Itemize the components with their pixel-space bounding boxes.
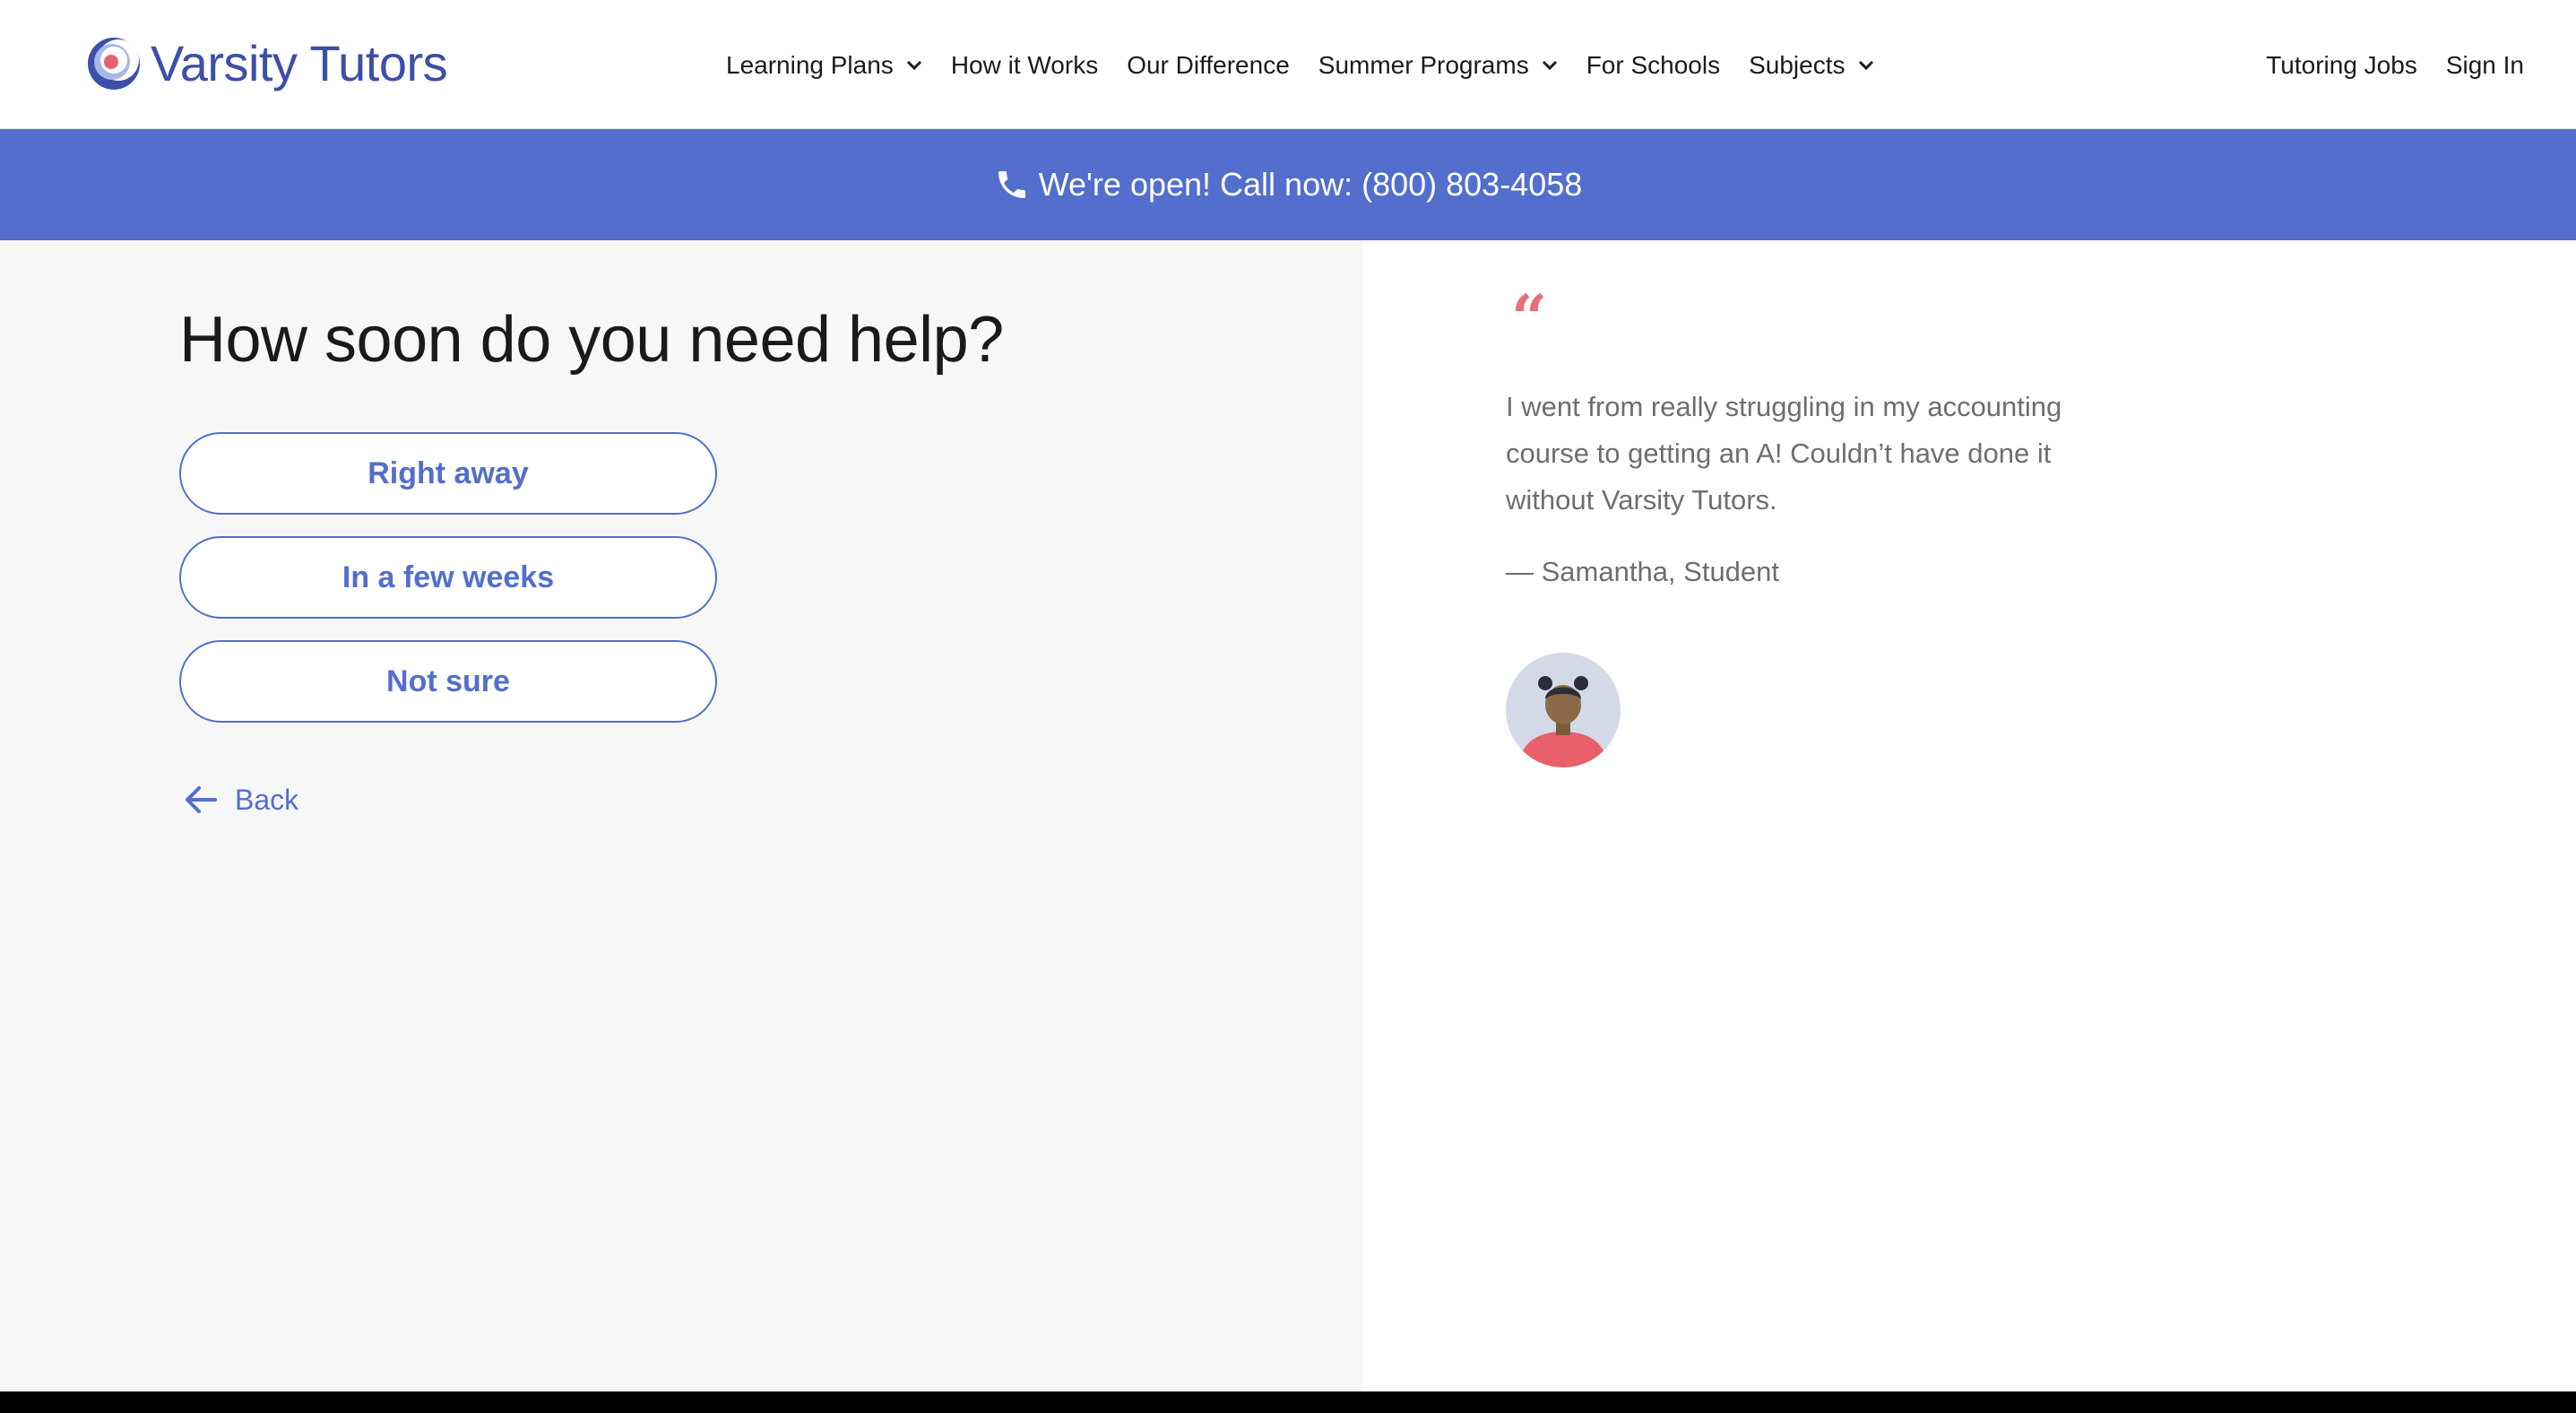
question-heading: How soon do you need help?: [179, 304, 1004, 376]
nav-sign-in[interactable]: Sign In: [2446, 51, 2524, 80]
nav-label: How it Works: [950, 51, 1099, 79]
phone-icon: [998, 171, 1025, 198]
call-banner[interactable]: We're open! Call now: (800) 803-4058: [0, 129, 2576, 240]
quote-mark-icon: “: [1511, 281, 1548, 355]
nav-label: Sign In: [2445, 51, 2524, 79]
testimonial-author: — Samantha, Student: [1506, 556, 1780, 587]
nav-label: For Schools: [1586, 51, 1721, 79]
option-few-weeks-button[interactable]: In a few weeks: [179, 536, 717, 619]
testimonial-panel: “ I went from really struggling in my ac…: [1362, 240, 2576, 1391]
varsity-tutors-logo-icon: [88, 38, 140, 90]
chevron-down-icon: [1858, 60, 1873, 71]
logo-link[interactable]: Varsity Tutors: [86, 32, 448, 95]
option-not-sure-button[interactable]: Not sure: [179, 640, 717, 723]
nav-learning-plans[interactable]: Learning Plans: [726, 51, 922, 80]
student-avatar-icon: [1506, 653, 1621, 767]
site-header: Varsity Tutors Learning Plans How it Wor…: [0, 0, 2576, 129]
nav-for-schools[interactable]: For Schools: [1586, 51, 1720, 80]
arrow-left-icon: [186, 786, 217, 813]
main-nav: Learning Plans How it Works Our Differen…: [726, 41, 1903, 90]
question-panel: How soon do you need help? Right away In…: [0, 240, 1362, 1391]
nav-label: Subjects: [1749, 51, 1846, 79]
chevron-down-icon: [906, 60, 921, 71]
back-label: Back: [235, 783, 299, 816]
avatar: [1506, 653, 1621, 767]
nav-label: Summer Programs: [1318, 51, 1529, 79]
nav-how-it-works[interactable]: How it Works: [951, 51, 1098, 80]
nav-label: Tutoring Jobs: [2266, 51, 2417, 79]
nav-label: Learning Plans: [726, 51, 894, 79]
nav-subjects[interactable]: Subjects: [1749, 51, 1873, 80]
logo-text: Varsity Tutors: [151, 35, 448, 91]
page: Varsity Tutors Learning Plans How it Wor…: [0, 0, 2576, 1391]
option-right-away-button[interactable]: Right away: [179, 432, 717, 515]
chevron-down-icon: [1542, 60, 1557, 71]
testimonial-quote: I went from really struggling in my acco…: [1506, 391, 2062, 516]
nav-label: Our Difference: [1127, 51, 1290, 79]
nav-tutoring-jobs[interactable]: Tutoring Jobs: [2266, 51, 2417, 80]
nav-summer-programs[interactable]: Summer Programs: [1318, 51, 1558, 80]
call-banner-text: We're open! Call now: (800) 803-4058: [1038, 166, 1583, 203]
back-link[interactable]: Back: [183, 782, 298, 818]
nav-our-difference[interactable]: Our Difference: [1127, 51, 1290, 80]
secondary-nav: Tutoring Jobs Sign In: [2237, 41, 2524, 90]
